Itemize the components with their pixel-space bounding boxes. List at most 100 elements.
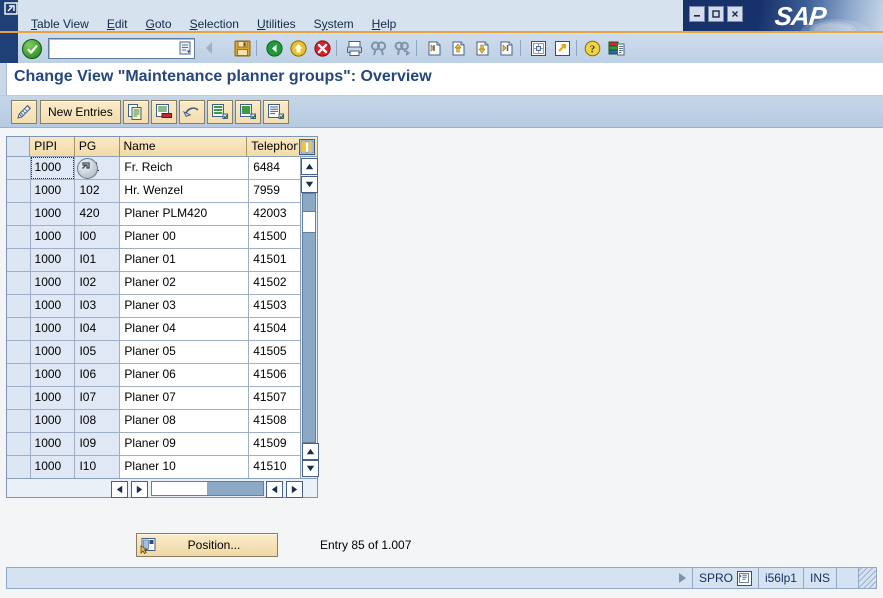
help-icon[interactable]: ?: [582, 38, 602, 58]
cell-name[interactable]: Planer 05: [120, 341, 250, 364]
cell-telephone[interactable]: 41507: [249, 387, 300, 410]
new-entries-button[interactable]: New Entries: [40, 100, 121, 124]
status-transaction[interactable]: SPRO: [692, 567, 759, 589]
row-selector[interactable]: [7, 226, 31, 249]
cell-planner-group[interactable]: I05: [75, 341, 121, 364]
hscroll-right-button[interactable]: [286, 481, 303, 498]
cell-telephone[interactable]: 41505: [249, 341, 300, 364]
display-change-icon[interactable]: [11, 100, 37, 124]
cell-plant[interactable]: 1000: [30, 433, 76, 456]
deselect-all-icon[interactable]: [235, 100, 261, 124]
customize-layout-icon[interactable]: [606, 38, 626, 58]
find-next-icon[interactable]: [392, 38, 412, 58]
column-header-planner-group[interactable]: PG: [74, 137, 120, 157]
row-selector[interactable]: [7, 433, 31, 456]
find-icon[interactable]: [368, 38, 388, 58]
column-header-name[interactable]: Name: [119, 137, 248, 157]
create-session-icon[interactable]: [528, 38, 548, 58]
cell-name[interactable]: Hr. Wenzel: [120, 180, 250, 203]
cell-planner-group[interactable]: I08: [75, 410, 121, 433]
back-history-icon[interactable]: [200, 38, 220, 58]
back-icon[interactable]: [264, 38, 284, 58]
cell-plant[interactable]: 1000: [30, 456, 76, 478]
menu-selection[interactable]: Selection: [181, 16, 248, 32]
cell-plant[interactable]: 1000: [30, 410, 76, 433]
scroll-page-up-button[interactable]: [301, 176, 318, 193]
details-icon[interactable]: [263, 100, 289, 124]
cell-name[interactable]: Planer 02: [120, 272, 250, 295]
last-page-icon[interactable]: [496, 38, 516, 58]
scroll-down-button[interactable]: [302, 460, 319, 477]
menu-table-view[interactable]: Table View: [22, 16, 98, 32]
row-selector[interactable]: [7, 456, 31, 478]
table-row[interactable]: 1000 I09 Planer 09 41509: [7, 433, 300, 456]
status-expand-icon[interactable]: [678, 573, 686, 583]
header-select-column[interactable]: [7, 137, 31, 157]
command-input[interactable]: [51, 40, 173, 59]
cell-telephone[interactable]: 41500: [249, 226, 300, 249]
next-page-icon[interactable]: [472, 38, 492, 58]
table-row[interactable]: 1000 I04 Planer 04 41504: [7, 318, 300, 341]
table-row[interactable]: 1000 I01 Planer 01 41501: [7, 249, 300, 272]
cell-name[interactable]: Fr. Reich: [120, 157, 250, 180]
cell-name[interactable]: Planer PLM420: [120, 203, 250, 226]
select-all-columns-icon[interactable]: [297, 137, 318, 157]
exit-icon[interactable]: [288, 38, 308, 58]
scrollbar-thumb[interactable]: [302, 211, 316, 233]
cell-planner-group[interactable]: 420: [75, 203, 121, 226]
scroll-up-button[interactable]: [301, 158, 318, 175]
table-vertical-scrollbar[interactable]: [300, 157, 319, 478]
green-check-enter-icon[interactable]: [22, 39, 42, 59]
minimize-button[interactable]: [689, 6, 705, 22]
table-row[interactable]: 1000 I02 Planer 02 41502: [7, 272, 300, 295]
table-row[interactable]: 1000 I10 Planer 10 41510: [7, 456, 300, 478]
column-header-telephone[interactable]: Telephone: [247, 137, 298, 157]
cell-name[interactable]: Planer 00: [120, 226, 250, 249]
cell-plant[interactable]: 1000: [30, 249, 76, 272]
row-selector[interactable]: [7, 318, 31, 341]
row-selector[interactable]: [7, 180, 31, 203]
position-button[interactable]: Position...: [136, 533, 278, 557]
cell-telephone[interactable]: 7959: [249, 180, 300, 203]
status-message[interactable]: [6, 567, 693, 589]
close-button[interactable]: [727, 6, 743, 22]
cell-planner-group[interactable]: I00: [75, 226, 121, 249]
cell-planner-group[interactable]: I01: [75, 249, 121, 272]
cell-planner-group[interactable]: I09: [75, 433, 121, 456]
column-header-plant[interactable]: PIPI: [30, 137, 75, 157]
cell-planner-group[interactable]: 101: [75, 157, 121, 180]
cell-telephone[interactable]: 41510: [249, 456, 300, 478]
cell-telephone[interactable]: 41504: [249, 318, 300, 341]
row-selector[interactable]: [7, 387, 31, 410]
hscrollbar-track[interactable]: [151, 481, 264, 496]
table-row[interactable]: 1000 420 Planer PLM420 42003: [7, 203, 300, 226]
cell-name[interactable]: Planer 10: [120, 456, 250, 478]
hscroll-left-button[interactable]: [111, 481, 128, 498]
cell-plant[interactable]: 1000: [30, 180, 76, 203]
cell-plant[interactable]: 1000: [30, 157, 76, 180]
cell-telephone[interactable]: 41501: [249, 249, 300, 272]
previous-page-icon[interactable]: [448, 38, 468, 58]
status-insert-mode[interactable]: INS: [803, 567, 837, 589]
row-selector[interactable]: [7, 364, 31, 387]
resize-grip[interactable]: [859, 567, 877, 589]
table-row[interactable]: 1000 I07 Planer 07 41507: [7, 387, 300, 410]
save-icon[interactable]: [232, 38, 252, 58]
command-field[interactable]: [48, 38, 195, 59]
cell-name[interactable]: Planer 01: [120, 249, 250, 272]
cell-telephone[interactable]: 41502: [249, 272, 300, 295]
first-page-icon[interactable]: [424, 38, 444, 58]
row-selector[interactable]: [7, 249, 31, 272]
menu-help[interactable]: Help: [363, 16, 406, 32]
cell-plant[interactable]: 1000: [30, 341, 76, 364]
print-icon[interactable]: [344, 38, 364, 58]
scroll-page-down-button[interactable]: [302, 443, 319, 460]
hscroll-pageleft-button[interactable]: [131, 481, 148, 498]
cell-telephone[interactable]: 41503: [249, 295, 300, 318]
cell-plant[interactable]: 1000: [30, 203, 76, 226]
table-row[interactable]: 1000 I06 Planer 06 41506: [7, 364, 300, 387]
transaction-detail-icon[interactable]: [736, 570, 752, 586]
row-selector[interactable]: [7, 341, 31, 364]
cell-planner-group[interactable]: I10: [75, 456, 121, 478]
cell-telephone[interactable]: 41509: [249, 433, 300, 456]
